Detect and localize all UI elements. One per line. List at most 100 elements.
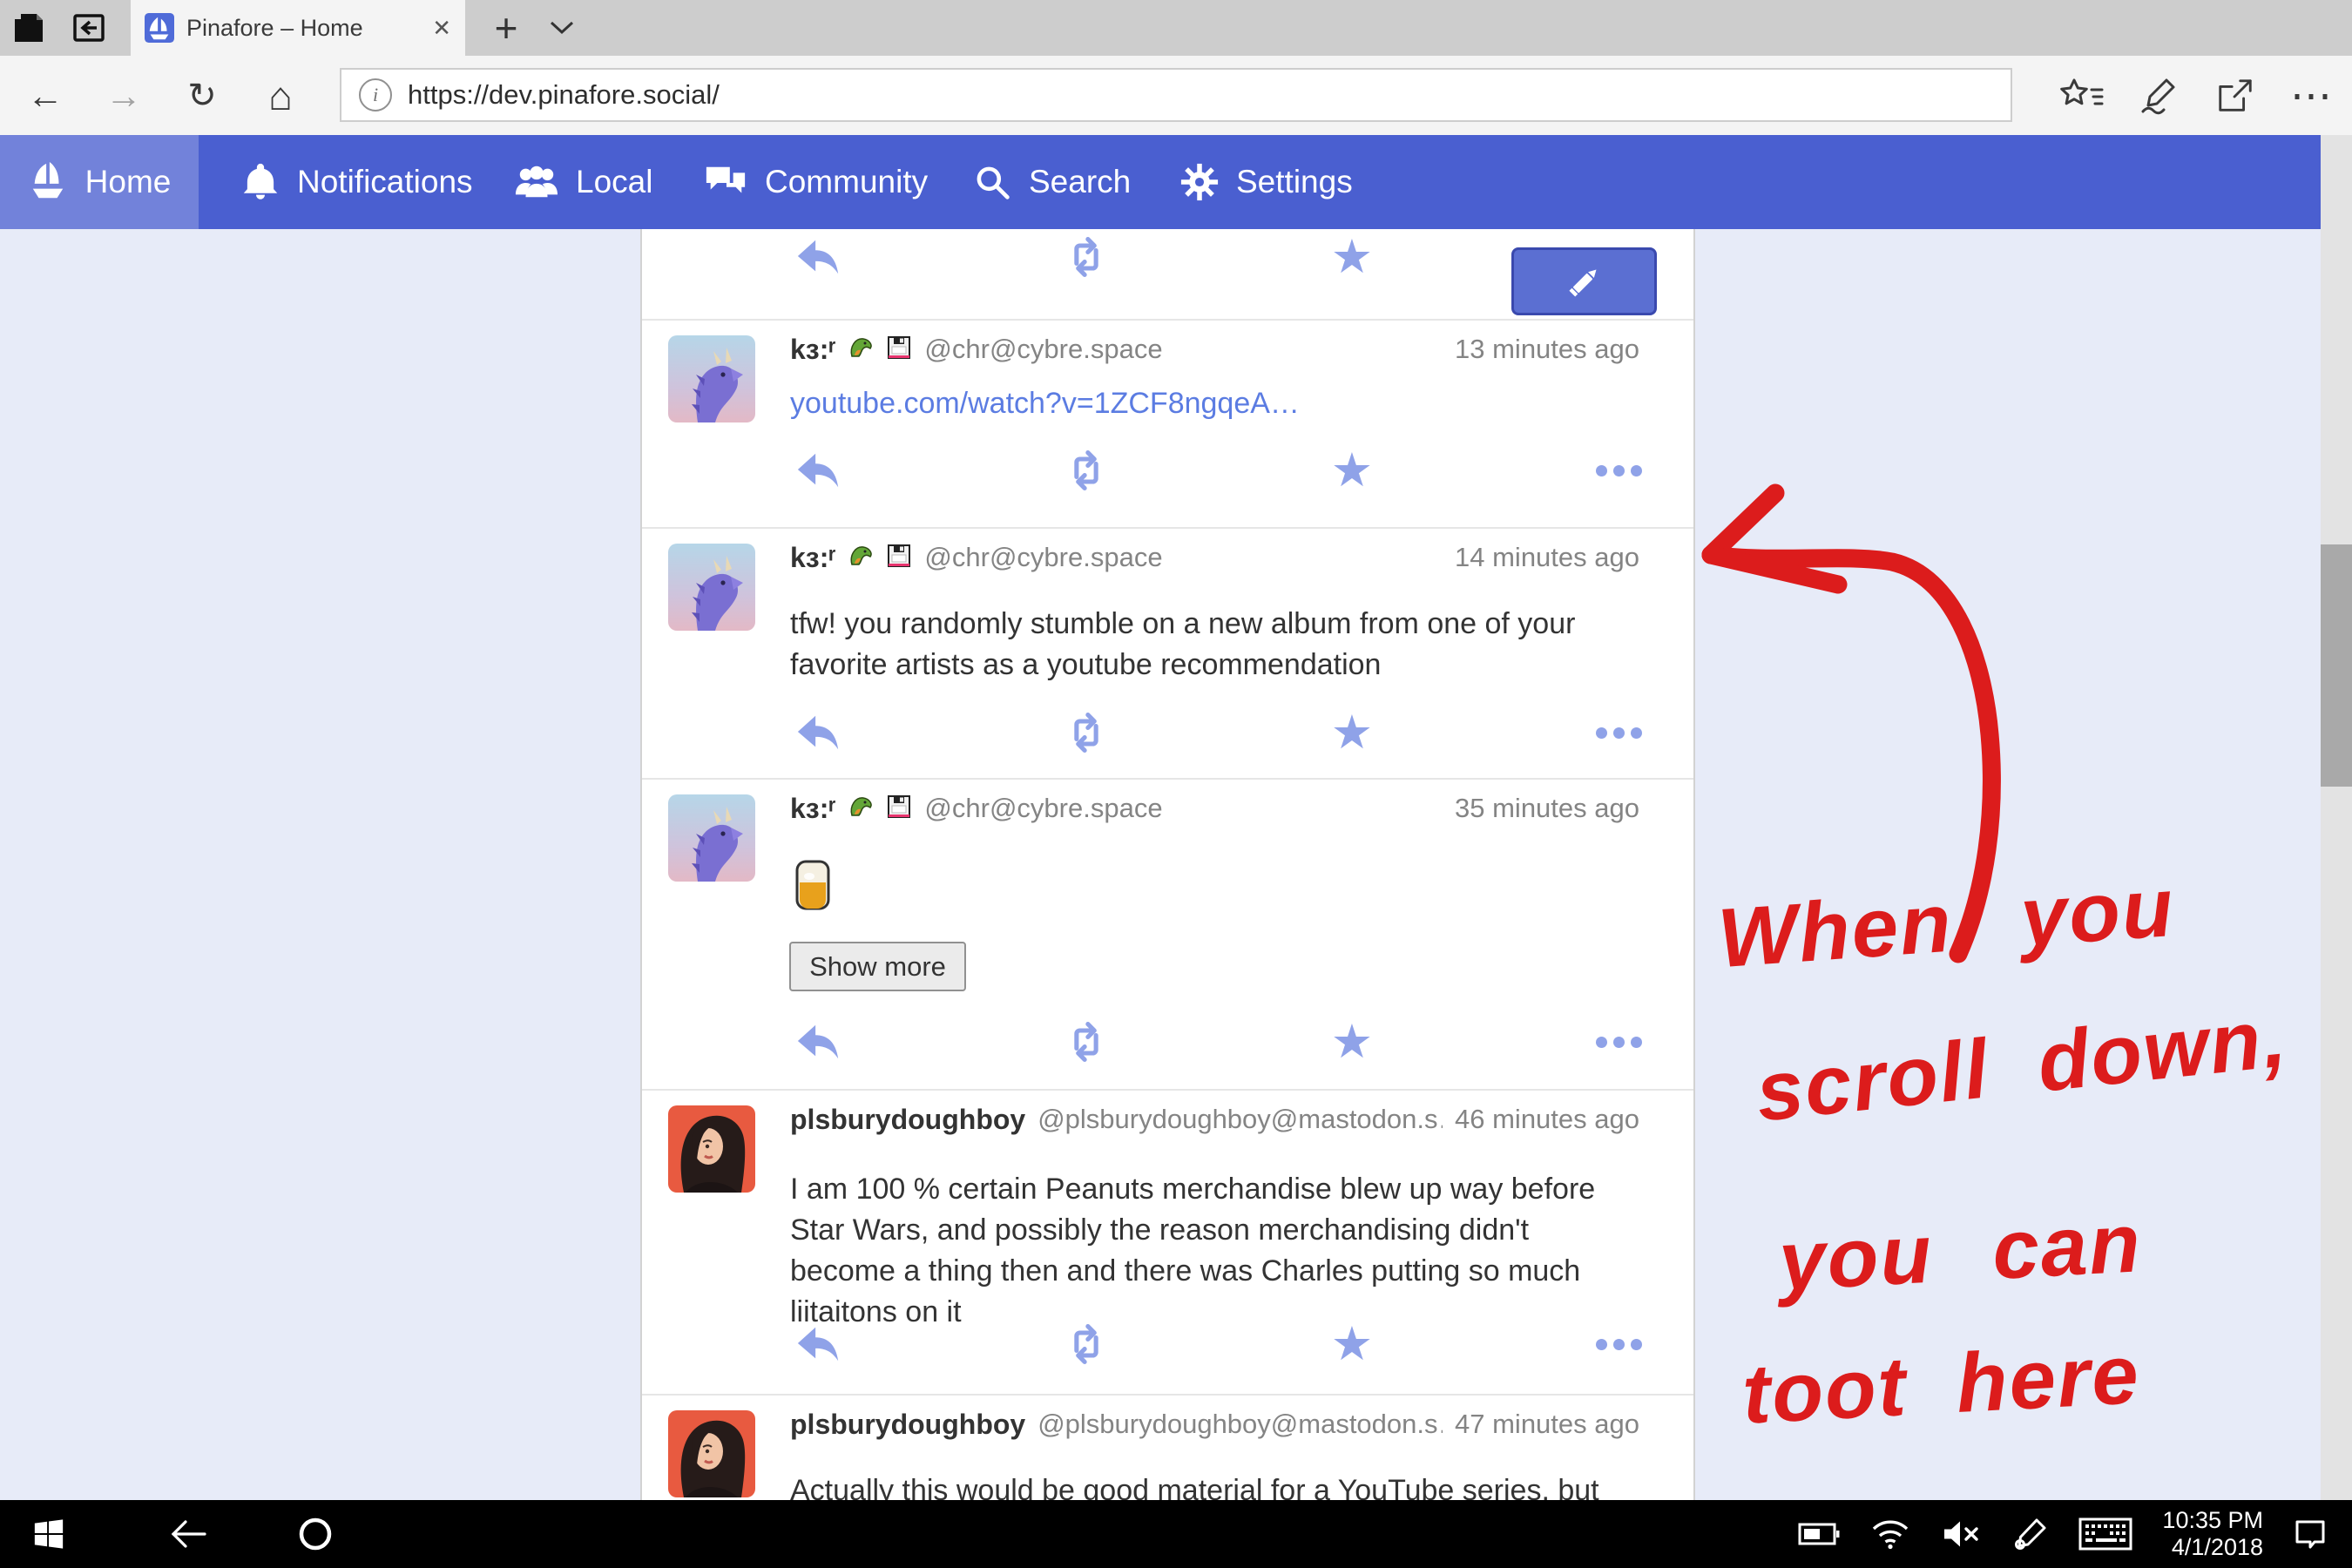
display-name[interactable]: plsburydoughboy [790, 1409, 1025, 1441]
touch-keyboard-icon[interactable] [2078, 1517, 2132, 1551]
cortana-ring-icon [296, 1515, 335, 1553]
nav-item-search[interactable]: Search [973, 135, 1131, 229]
scrollbar-thumb[interactable] [2321, 544, 2352, 787]
url-text[interactable]: https://dev.pinafore.social/ [408, 79, 720, 111]
pen-icon[interactable] [2012, 1516, 2049, 1552]
pencil-icon [1566, 263, 1603, 300]
share-icon[interactable] [2199, 56, 2272, 135]
floppy-disk-emoji [886, 335, 912, 365]
boost-button[interactable] [1060, 444, 1112, 497]
page-background: ★ [0, 229, 2352, 1500]
favorite-button[interactable]: ★ [1326, 706, 1378, 759]
reply-button[interactable] [793, 1016, 845, 1068]
timestamp[interactable]: 46 minutes ago [1455, 1104, 1639, 1135]
more-options-button[interactable] [1592, 1318, 1645, 1370]
start-button[interactable] [17, 1500, 80, 1568]
annotation-text-line: you can [1776, 1195, 2144, 1310]
display-name[interactable]: kз:ʳ [790, 793, 835, 825]
favorite-button[interactable]: ★ [1326, 1016, 1378, 1068]
reply-button[interactable] [793, 1318, 845, 1370]
tab-preview-panel-icon[interactable] [61, 0, 117, 56]
nav-item-local[interactable]: Local [515, 135, 652, 229]
toot: plsburydoughboy @plsburydoughboy@mastodo… [642, 1091, 1693, 1396]
browser-menu-icon[interactable]: ⋯ [2275, 56, 2349, 135]
display-name[interactable]: kз:ʳ [790, 542, 835, 574]
cortana-button[interactable] [284, 1500, 347, 1568]
favorite-button[interactable]: ★ [1326, 231, 1378, 283]
close-tab-icon[interactable]: ✕ [432, 15, 451, 42]
forward-button[interactable]: → [87, 56, 160, 135]
timestamp[interactable]: 35 minutes ago [1455, 793, 1639, 824]
volume-muted-icon[interactable] [1941, 1518, 1983, 1550]
set-tabs-aside-icon[interactable] [2, 0, 57, 56]
favorite-button[interactable]: ★ [1326, 444, 1378, 497]
browser-tab[interactable]: Pinafore – Home ✕ [131, 0, 465, 56]
toot-actions: ★ [642, 1318, 1693, 1370]
chevron-down-icon[interactable] [533, 0, 591, 56]
account-handle[interactable]: @plsburydoughboy@mastodon.s… [1037, 1104, 1443, 1135]
system-tray: 10:35 PM 4/1/2018 [1798, 1500, 2352, 1568]
timestamp[interactable]: 14 minutes ago [1455, 542, 1639, 573]
panel-arrow-icon [70, 9, 108, 47]
action-center-icon[interactable] [2293, 1517, 2328, 1551]
toot-content: Actually this would be good material for… [790, 1470, 1639, 1500]
site-info-icon[interactable]: i [359, 78, 392, 112]
show-more-button[interactable]: Show more [789, 942, 966, 991]
refresh-button[interactable]: ↻ [166, 56, 239, 135]
nav-item-community[interactable]: Community [704, 135, 928, 229]
reply-button[interactable] [793, 231, 845, 283]
display-name[interactable]: kз:ʳ [790, 334, 835, 366]
more-options-button[interactable] [1592, 1016, 1645, 1068]
toot-link[interactable]: youtube.com/watch?v=1ZCF8ngqeA… [790, 383, 1639, 424]
new-tab-button[interactable]: + [477, 0, 535, 56]
avatar[interactable] [668, 544, 755, 631]
web-note-pen-icon[interactable] [2122, 56, 2195, 135]
boost-button[interactable] [1060, 706, 1112, 759]
nav-label: Notifications [297, 164, 473, 200]
nav-label: Community [765, 164, 928, 200]
account-handle[interactable]: @chr@cybre.space [924, 542, 1162, 573]
boost-button[interactable] [1060, 1318, 1112, 1370]
boost-button[interactable] [1060, 1016, 1112, 1068]
avatar[interactable] [668, 1410, 755, 1497]
back-button[interactable]: ← [9, 56, 82, 135]
reply-button[interactable] [793, 706, 845, 759]
avatar[interactable] [668, 335, 755, 422]
account-handle[interactable]: @plsburydoughboy@mastodon.s… [1037, 1409, 1443, 1440]
avatar[interactable] [668, 1105, 755, 1193]
favorites-hub-icon[interactable] [2045, 56, 2119, 135]
toot: kз:ʳ @chr@cybre.space 14 minutes ago tfw… [642, 529, 1693, 780]
boost-button[interactable] [1060, 231, 1112, 283]
clock-date: 4/1/2018 [2162, 1534, 2263, 1561]
nav-item-settings[interactable]: Settings [1180, 135, 1353, 229]
display-name[interactable]: plsburydoughboy [790, 1104, 1025, 1136]
toot: kз:ʳ @chr@cybre.space 13 minutes ago you… [642, 321, 1693, 529]
timestamp[interactable]: 47 minutes ago [1455, 1409, 1639, 1440]
account-handle[interactable]: @chr@cybre.space [924, 334, 1162, 365]
home-button[interactable]: ⌂ [244, 56, 317, 135]
toot-actions: ★ [642, 706, 1693, 759]
nav-item-notifications[interactable]: Notifications [241, 135, 473, 229]
nav-item-home[interactable]: Home [0, 135, 199, 229]
url-field[interactable]: i https://dev.pinafore.social/ [340, 68, 2012, 122]
favorite-button[interactable]: ★ [1326, 1318, 1378, 1370]
dragon-emoji [848, 543, 874, 573]
reply-button[interactable] [793, 444, 845, 497]
scrollbar[interactable] [2321, 135, 2352, 1500]
timestamp[interactable]: 13 minutes ago [1455, 334, 1639, 365]
account-handle[interactable]: @chr@cybre.space [924, 793, 1162, 824]
documents-icon [10, 9, 49, 47]
more-options-button[interactable] [1592, 444, 1645, 497]
taskbar-back-button[interactable] [157, 1500, 220, 1568]
wifi-icon[interactable] [1869, 1517, 1911, 1551]
taskbar-clock[interactable]: 10:35 PM 4/1/2018 [2162, 1507, 2263, 1561]
floppy-disk-emoji [886, 794, 912, 824]
amber-jar-emoji [792, 858, 834, 916]
more-options-button[interactable] [1592, 706, 1645, 759]
battery-icon[interactable] [1798, 1522, 1840, 1546]
avatar[interactable] [668, 794, 755, 882]
nav-label: Home [85, 164, 172, 200]
compose-toot-button[interactable] [1511, 247, 1657, 315]
nav-label: Settings [1236, 164, 1353, 200]
toot-header: kз:ʳ @chr@cybre.space 35 minutes ago [790, 788, 1639, 828]
